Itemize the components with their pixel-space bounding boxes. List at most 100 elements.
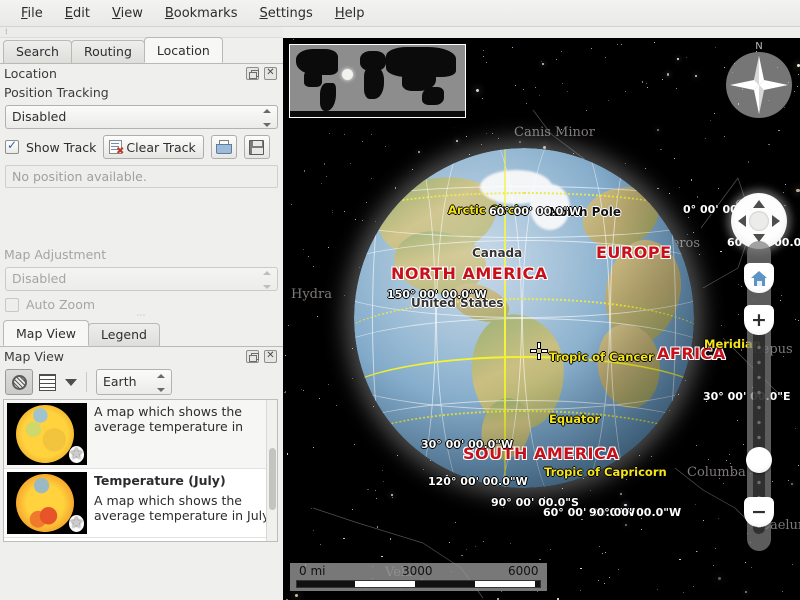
clear-track-icon: ✖ (109, 140, 122, 154)
menu-view-label: iew (121, 6, 143, 21)
save-disk-icon (249, 140, 264, 155)
clear-track-button[interactable]: ✖ Clear Track (103, 135, 203, 159)
theme-title: Temperature (July) (94, 473, 274, 488)
menu-edit-label: dit (73, 6, 90, 21)
projection-globe-button[interactable] (5, 369, 33, 395)
clear-track-label: Clear Track (126, 140, 195, 155)
location-close-button[interactable] (264, 67, 277, 80)
position-tracking-spinner-icon[interactable] (263, 109, 272, 127)
coordinate-label: 30° 00' 00.0"W (421, 438, 513, 451)
arrow-up-icon[interactable] (753, 200, 765, 208)
zoom-out-label: − (751, 501, 767, 523)
location-float-button[interactable] (246, 67, 259, 80)
menu-bookmarks-label: ookmarks (174, 6, 238, 21)
tab-routing[interactable]: Routing (71, 40, 145, 63)
projection-dropdown-button[interactable] (65, 379, 77, 386)
overview-current-position-marker (342, 69, 353, 80)
tab-legend[interactable]: Legend (88, 323, 160, 346)
scale-bar: 0 mi 3000 6000 (290, 563, 547, 591)
location-dock-header: Location (0, 64, 283, 84)
menu-file-label: ile (28, 6, 43, 21)
favorite-star-icon: ★ (69, 515, 84, 532)
menu-edit[interactable]: Edit (54, 3, 101, 24)
show-track-label: Show Track (26, 140, 96, 155)
map-adjustment-value: Disabled (12, 271, 66, 286)
list-item[interactable]: ★ A map which shows the average temperat… (4, 400, 277, 469)
show-track-checkbox[interactable] (5, 140, 19, 154)
track-controls-row: Show Track ✖ Clear Track (5, 135, 278, 159)
globe-projection-icon (12, 375, 27, 390)
position-tracking-label: Position Tracking (0, 84, 283, 103)
country-label: Canada (472, 246, 522, 260)
theme-description: A map which shows the average temperatur… (94, 493, 274, 523)
bottom-tabbar: Map View Legend (0, 321, 283, 347)
constellation-label: Canis Minor (514, 125, 595, 140)
save-track-button[interactable] (244, 135, 270, 159)
celestial-body-combo[interactable]: Earth (96, 369, 172, 395)
map-view-dock-title: Map View (4, 349, 64, 364)
scale-tick-2: 6000 (508, 564, 539, 578)
toolbar-handle[interactable]: ⁞ (0, 27, 283, 38)
auto-zoom-checkbox[interactable] (5, 298, 19, 312)
scrollbar-thumb[interactable] (269, 448, 276, 510)
pan-center[interactable] (749, 211, 769, 231)
tab-map-view[interactable]: Map View (3, 320, 89, 346)
auto-zoom-row: Auto Zoom (5, 297, 278, 312)
map-theme-list[interactable]: ★ A map which shows the average temperat… (3, 399, 278, 542)
continent-label: EUROPE (596, 243, 672, 262)
map-adjustment-spinner-icon[interactable] (263, 271, 272, 289)
overview-map[interactable] (289, 44, 466, 118)
location-dock-buttons (246, 67, 277, 80)
tab-search[interactable]: Search (3, 40, 72, 63)
menu-settings-label: ettings (268, 6, 313, 21)
coordinate-label: 90° 00' 00.0"W (589, 506, 681, 519)
zoom-in-button[interactable]: + (744, 305, 774, 335)
globe-map-canvas[interactable]: Canis MinorOrionMonocerosHydraLepusColum… (283, 38, 800, 600)
celestial-body-spinner-icon[interactable] (157, 374, 166, 392)
coordinate-label: 120° 00' 00.0"W (428, 475, 528, 488)
arrow-left-icon[interactable] (738, 215, 746, 227)
list-item[interactable]: ★ Temperature (July) A map which shows t… (4, 469, 277, 538)
scale-tick-0: 0 mi (299, 564, 325, 578)
menu-file[interactable]: File (10, 3, 54, 24)
map-adjustment-combo[interactable]: Disabled (5, 267, 278, 291)
panel-tabbar: Search Routing Location (0, 38, 283, 64)
zoom-slider-column: + − (741, 249, 777, 569)
open-folder-icon (216, 140, 232, 154)
menu-help-label: elp (345, 6, 365, 21)
home-button[interactable] (744, 263, 774, 293)
left-dock-panel: Search Routing Location Location Positio… (0, 38, 283, 600)
theme-entry: Temperature (July) A map which shows the… (94, 472, 274, 534)
constellation-label: Hydra (291, 287, 332, 302)
position-tracking-combo[interactable]: Disabled (5, 105, 278, 129)
zoom-out-button[interactable]: − (744, 497, 774, 527)
compass-rose-widget[interactable]: N (726, 52, 792, 118)
map-view-close-button[interactable] (264, 350, 277, 363)
continent-label: NORTH AMERICA (391, 264, 548, 283)
tab-location[interactable]: Location (144, 37, 223, 63)
map-adjustment-label: Map Adjustment (0, 246, 283, 265)
theme-list-scrollbar[interactable] (266, 400, 277, 541)
zoom-in-label: + (751, 309, 767, 331)
toolbar-divider (86, 372, 87, 392)
zoom-slider-handle[interactable] (746, 447, 772, 473)
coordinate-label: 60° 00' 00.0"W (489, 205, 581, 218)
scale-tick-1: 3000 (402, 564, 433, 578)
compass-north-label: N (726, 41, 792, 52)
location-dock-title: Location (4, 66, 57, 81)
menu-view[interactable]: View (101, 3, 154, 24)
arrow-right-icon[interactable] (772, 215, 780, 227)
overview-map-widget[interactable] (285, 40, 470, 127)
menu-help[interactable]: Help (324, 3, 376, 24)
geo-line-label: Tropic of Capricorn (544, 465, 667, 479)
center-crosshair-icon (531, 343, 547, 359)
open-track-button[interactable] (211, 135, 237, 159)
earth-globe[interactable] (354, 148, 694, 488)
auto-zoom-label: Auto Zoom (26, 297, 95, 312)
map-view-float-button[interactable] (246, 350, 259, 363)
map-view-dock-header: Map View (0, 347, 283, 367)
menu-settings[interactable]: Settings (248, 3, 323, 24)
theme-description: A map which shows the average temperatur… (94, 403, 274, 465)
menu-bookmarks[interactable]: Bookmarks (154, 3, 249, 24)
grid-view-button[interactable] (39, 374, 56, 391)
